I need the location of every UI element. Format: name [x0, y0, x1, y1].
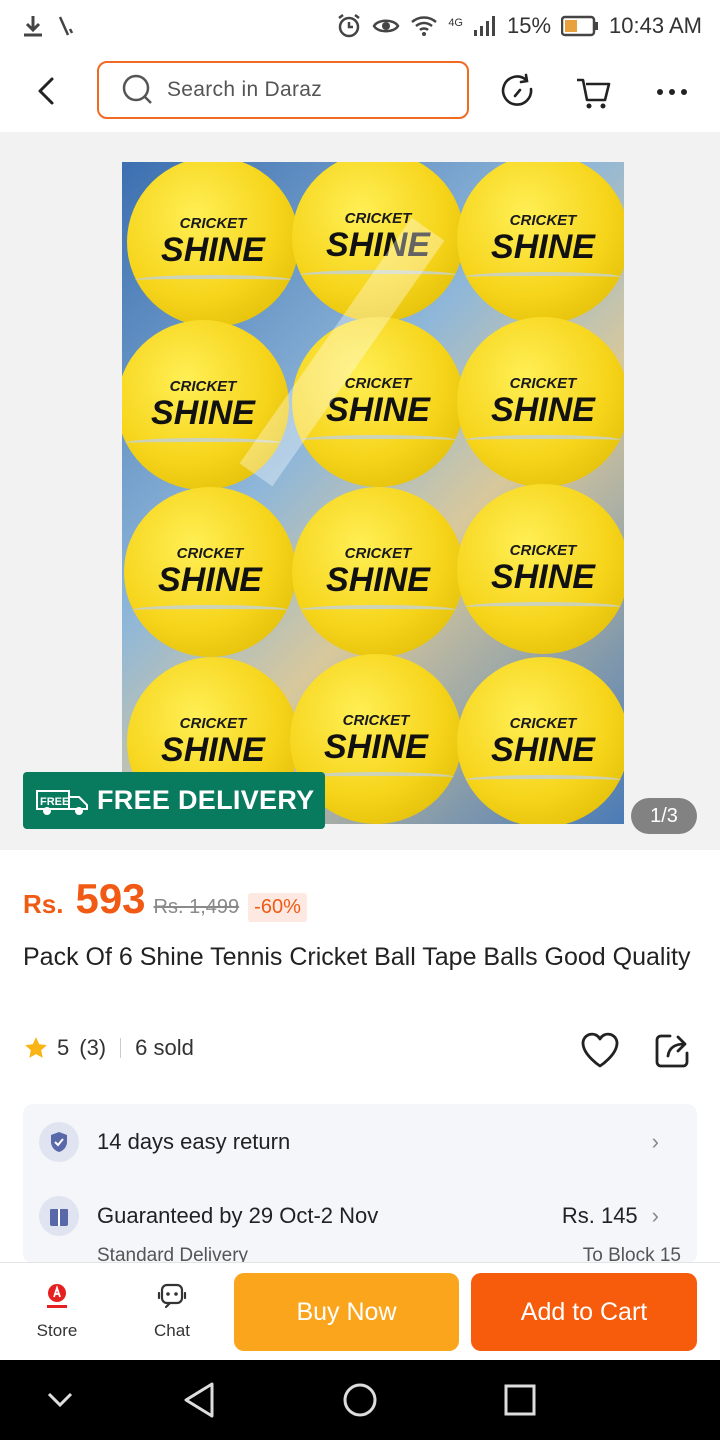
chevron-right-icon: ›: [651, 1203, 659, 1228]
back-triangle-icon[interactable]: [180, 1380, 220, 1420]
battery-percent: 15%: [507, 13, 552, 38]
back-arrow-icon[interactable]: [30, 74, 64, 108]
rating-count: (3): [79, 1035, 107, 1060]
more-options-icon[interactable]: [652, 72, 692, 112]
ball-image: CRICKET SHINE: [457, 162, 624, 324]
system-navigation-bar: [0, 1360, 720, 1440]
alarm-icon: [338, 14, 361, 38]
status-bar: 4G 15% 10:43 AM: [0, 0, 720, 52]
price-row: Rs. 593 Rs. 1,499 -60%: [23, 875, 307, 923]
chat-tab[interactable]: Chat: [132, 1281, 212, 1341]
top-navigation: Search in Daraz: [0, 56, 720, 126]
store-tab[interactable]: Store: [17, 1281, 97, 1341]
battery-icon: [561, 15, 599, 37]
signal-icon: [474, 16, 495, 36]
share-icon[interactable]: [652, 1030, 692, 1070]
delivery-row[interactable]: Guaranteed by 29 Oct-2 Nov Rs. 145 ›: [39, 1196, 679, 1236]
chevron-down-icon[interactable]: [44, 1380, 76, 1420]
delivery-fee: Rs. 145: [561, 1203, 638, 1228]
ball-image: CRICKET SHINE: [457, 484, 624, 654]
buy-now-button[interactable]: Buy Now: [234, 1273, 459, 1351]
product-image-gallery[interactable]: CRICKET SHINE CRICKET SHINE CRICKET SHINE C…: [0, 132, 720, 850]
chat-label: Chat: [154, 1321, 190, 1340]
clock: 10:43 AM: [609, 13, 702, 38]
cart-icon[interactable]: [574, 72, 614, 112]
gift-box-icon: [50, 1209, 68, 1226]
wishlist-heart-icon[interactable]: [579, 1029, 621, 1071]
network-type: 4G: [448, 17, 463, 29]
search-input[interactable]: Search in Daraz: [97, 61, 469, 119]
rating-value: 5: [57, 1035, 70, 1060]
rating-row[interactable]: 5 (3) 6 sold: [23, 1035, 194, 1061]
current-price: 593: [75, 875, 146, 922]
product-image: CRICKET SHINE CRICKET SHINE CRICKET SHINE C…: [122, 162, 624, 824]
download-icon: [24, 16, 42, 37]
product-title: Pack Of 6 Shine Tennis Cricket Ball Tape…: [23, 943, 691, 971]
chevron-right-icon: ›: [651, 1129, 659, 1154]
free-delivery-badge: FREE FREE DELIVERY: [23, 772, 325, 829]
store-logo-icon: [47, 1284, 67, 1308]
return-policy-row[interactable]: 14 days easy return ›: [39, 1122, 679, 1162]
no-signal-icon: [58, 16, 74, 36]
eye-icon: [372, 19, 400, 33]
refresh-share-icon[interactable]: [498, 72, 538, 112]
recent-apps-icon[interactable]: [502, 1380, 538, 1420]
chat-icon: [157, 1283, 187, 1309]
sold-count: 6 sold: [135, 1035, 194, 1060]
star-icon: [25, 1037, 47, 1058]
free-delivery-label: FREE DELIVERY: [97, 785, 315, 815]
ball-image: CRICKET SHINE: [457, 657, 624, 824]
ball-image: CRICKET SHINE: [292, 487, 464, 657]
original-price: Rs. 1,499: [153, 896, 240, 918]
bottom-action-bar: Store Chat Buy Now Add to Cart: [0, 1262, 720, 1360]
store-label: Store: [36, 1321, 78, 1340]
discount-badge: -60%: [248, 893, 307, 922]
return-policy-text: 14 days easy return: [97, 1129, 291, 1154]
home-circle-icon[interactable]: [340, 1380, 380, 1420]
currency: Rs.: [23, 889, 64, 919]
svg-text:FREE: FREE: [40, 796, 69, 808]
delivery-truck-icon: FREE: [36, 789, 88, 815]
ball-image: CRICKET SHINE: [124, 487, 296, 657]
search-placeholder: Search in Daraz: [167, 78, 323, 101]
ball-image: CRICKET SHINE: [127, 162, 299, 327]
wifi-icon: [411, 16, 438, 36]
image-counter: 1/3: [631, 798, 697, 834]
search-icon: [122, 74, 152, 104]
add-to-cart-button[interactable]: Add to Cart: [471, 1273, 697, 1351]
ball-image: CRICKET SHINE: [457, 317, 624, 487]
shield-check-icon: [51, 1132, 67, 1152]
delivery-guarantee-text: Guaranteed by 29 Oct-2 Nov: [97, 1203, 379, 1228]
service-info-card: 14 days easy return › Guaranteed by 29 O…: [23, 1104, 697, 1264]
